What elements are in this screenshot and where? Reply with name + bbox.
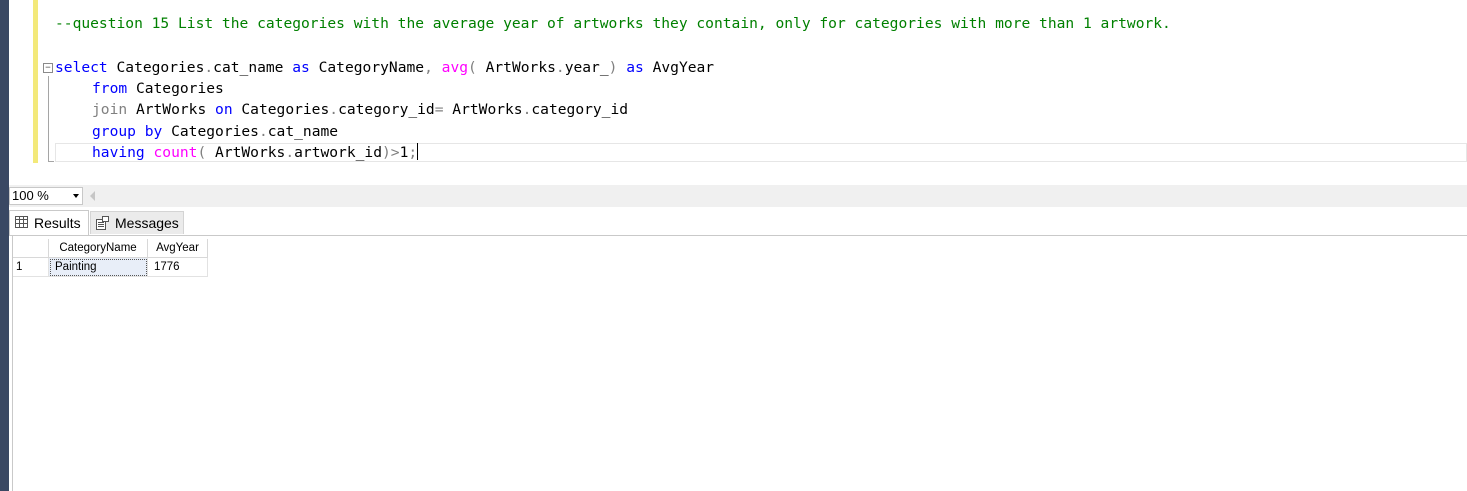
column-header-categoryname[interactable]: CategoryName	[49, 239, 148, 258]
function-count: count	[153, 144, 198, 161]
results-grid-area[interactable]: CategoryName AvgYear 1 Painting 1776	[9, 236, 1467, 491]
keyword-group: group	[92, 123, 136, 140]
column-header-avgyear[interactable]: AvgYear	[148, 239, 208, 258]
tab-results[interactable]: Results	[9, 210, 89, 235]
results-tabs: Results Messages	[9, 207, 1467, 235]
keyword-as: as	[626, 59, 644, 76]
identifier: Categories	[127, 80, 224, 97]
grid-corner-header[interactable]	[13, 239, 49, 258]
outline-guide	[48, 76, 49, 162]
chevron-down-icon[interactable]	[73, 194, 79, 198]
window-frame-left	[0, 0, 9, 491]
keyword-select: select	[55, 59, 108, 76]
zoom-value: 100 %	[12, 188, 49, 203]
identifier: Categories	[107, 59, 205, 76]
tab-messages-label: Messages	[115, 215, 179, 231]
punctuation: .	[555, 59, 565, 76]
operator: )>	[382, 144, 400, 161]
collapse-toggle-icon[interactable]: −	[43, 63, 53, 73]
keyword-as: as	[292, 59, 310, 76]
sql-line-select: select Categories.cat_name as CategoryNa…	[55, 58, 714, 78]
punctuation: .	[285, 144, 295, 161]
messages-icon	[96, 216, 109, 230]
cell-categoryname[interactable]: Painting	[49, 258, 148, 277]
tab-messages[interactable]: Messages	[90, 211, 184, 234]
identifier: ArtWorks	[206, 144, 286, 161]
identifier: ArtWorks	[443, 101, 523, 118]
change-tracking-bar	[33, 0, 38, 163]
punctuation: .	[204, 59, 214, 76]
query-editor[interactable]: − --question 15 List the categories with…	[9, 0, 1467, 185]
scroll-left-icon[interactable]	[90, 191, 95, 201]
punctuation: ,	[424, 59, 433, 76]
identifier: year_	[564, 59, 609, 76]
sql-line-join: join ArtWorks on Categories.category_id=…	[92, 100, 628, 120]
sql-line-having: having count( ArtWorks.artwork_id)>1;	[92, 143, 419, 163]
keyword-having: having	[92, 144, 145, 161]
operator: =	[434, 101, 444, 118]
identifier: Categories	[232, 101, 330, 118]
outline-guide-end	[48, 161, 54, 162]
cell-avgyear[interactable]: 1776	[148, 258, 208, 277]
identifier: artwork_id	[294, 144, 382, 161]
sql-comment: --question 15 List the categories with t…	[55, 15, 1171, 32]
identifier: ArtWorks	[476, 59, 556, 76]
identifier: Categories	[162, 123, 259, 140]
keyword-by: by	[144, 123, 163, 140]
keyword-join: join	[92, 101, 128, 118]
keyword-on: on	[215, 101, 233, 118]
punctuation: .	[258, 123, 268, 140]
text-caret	[417, 143, 419, 160]
row-number[interactable]: 1	[13, 258, 49, 277]
sql-line-group-by: group by Categories.cat_name	[92, 122, 338, 142]
punctuation: (	[197, 144, 207, 161]
identifier: ArtWorks	[127, 101, 216, 118]
identifier: CategoryName	[309, 59, 425, 76]
identifier: AvgYear	[643, 59, 715, 76]
punctuation: (	[468, 59, 477, 76]
sql-line-from: from Categories	[92, 79, 224, 99]
identifier: cat_name	[267, 123, 339, 140]
keyword-from: from	[92, 80, 128, 97]
punctuation: .	[329, 101, 339, 118]
identifier: category_id	[531, 101, 629, 118]
function-avg: avg	[441, 59, 469, 76]
zoom-bar: 100 %	[9, 185, 1467, 207]
tab-results-label: Results	[34, 215, 81, 231]
grid-icon	[15, 216, 28, 228]
sql-comment-line: --question 15 List the categories with t…	[55, 14, 1171, 34]
zoom-dropdown[interactable]: 100 %	[9, 187, 83, 205]
identifier: category_id	[338, 101, 435, 118]
punctuation: ;	[408, 144, 418, 161]
identifier: cat_name	[213, 59, 293, 76]
